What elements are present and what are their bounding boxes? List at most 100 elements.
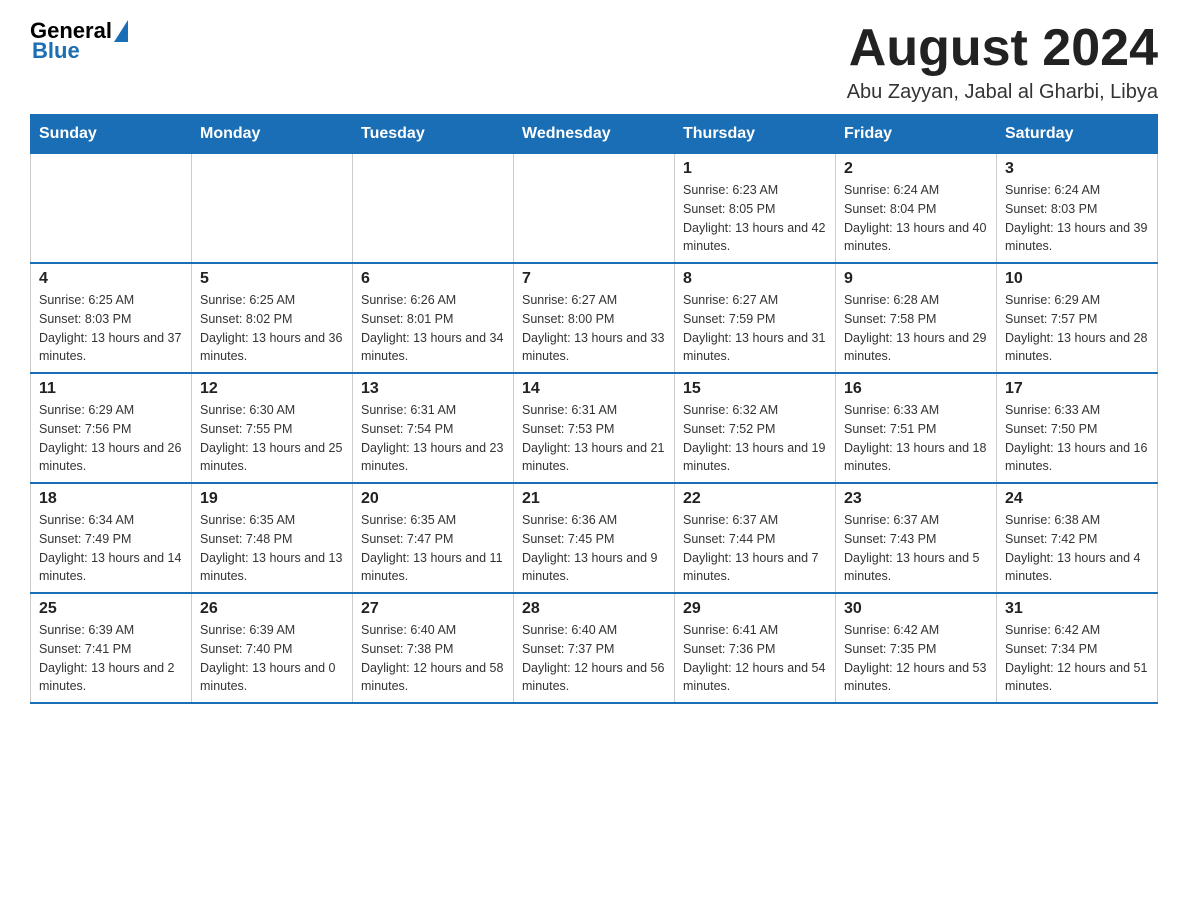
calendar-cell: 10Sunrise: 6:29 AMSunset: 7:57 PMDayligh… (997, 263, 1158, 373)
week-row-1: 1Sunrise: 6:23 AMSunset: 8:05 PMDaylight… (31, 154, 1158, 264)
calendar-cell: 23 Sunrise: 6:37 AMSunset: 7:43 PMDayligh… (836, 483, 997, 593)
calendar-cell: 3 Sunrise: 6:24 AMSunset: 8:03 PMDaylight… (997, 154, 1158, 264)
calendar-cell: 2 Sunrise: 6:24 AMSunset: 8:04 PMDaylight… (836, 154, 997, 264)
day-info: Sunrise: 6:25 AMSunset: 8:03 PMDaylight:… (39, 291, 183, 366)
day-number: 9 (844, 270, 988, 288)
day-info: Sunrise: 6:31 AMSunset: 7:53 PMDaylight:… (522, 401, 666, 476)
calendar-cell: 9 Sunrise: 6:28 AMSunset: 7:58 PMDaylight… (836, 263, 997, 373)
day-number: 17 (1005, 380, 1149, 398)
calendar-cell: 25 Sunrise: 6:39 AMSunset: 7:41 PMDayligh… (31, 593, 192, 703)
day-number: 13 (361, 380, 505, 398)
day-number: 4 (39, 270, 183, 288)
calendar-cell: 22 Sunrise: 6:37 AMSunset: 7:44 PMDayligh… (675, 483, 836, 593)
weekday-header-tuesday: Tuesday (353, 115, 514, 154)
calendar-cell: 21 Sunrise: 6:36 AMSunset: 7:45 PMDayligh… (514, 483, 675, 593)
month-title: August 2024 (847, 20, 1158, 77)
day-number: 20 (361, 490, 505, 508)
day-info: Sunrise: 6:38 AMSunset: 7:42 PMDaylight:… (1005, 511, 1149, 586)
day-number: 15 (683, 380, 827, 398)
weekday-header-wednesday: Wednesday (514, 115, 675, 154)
calendar-cell: 24 Sunrise: 6:38 AMSunset: 7:42 PMDayligh… (997, 483, 1158, 593)
day-number: 25 (39, 600, 183, 618)
weekday-header-monday: Monday (192, 115, 353, 154)
calendar-cell: 20 Sunrise: 6:35 AMSunset: 7:47 PMDayligh… (353, 483, 514, 593)
calendar-cell: 4 Sunrise: 6:25 AMSunset: 8:03 PMDaylight… (31, 263, 192, 373)
calendar-cell: 26 Sunrise: 6:39 AMSunset: 7:40 PMDayligh… (192, 593, 353, 703)
calendar-cell: 12 Sunrise: 6:30 AMSunset: 7:55 PMDayligh… (192, 373, 353, 483)
calendar-cell: 6Sunrise: 6:26 AMSunset: 8:01 PMDaylight… (353, 263, 514, 373)
calendar-cell: 11 Sunrise: 6:29 AMSunset: 7:56 PMDayligh… (31, 373, 192, 483)
calendar-cell: 29Sunrise: 6:41 AMSunset: 7:36 PMDayligh… (675, 593, 836, 703)
calendar-cell: 8Sunrise: 6:27 AMSunset: 7:59 PMDaylight… (675, 263, 836, 373)
day-number: 10 (1005, 270, 1149, 288)
week-row-5: 25 Sunrise: 6:39 AMSunset: 7:41 PMDayligh… (31, 593, 1158, 703)
week-row-2: 4 Sunrise: 6:25 AMSunset: 8:03 PMDaylight… (31, 263, 1158, 373)
calendar-cell: 19 Sunrise: 6:35 AMSunset: 7:48 PMDayligh… (192, 483, 353, 593)
day-number: 1 (683, 160, 827, 178)
day-number: 16 (844, 380, 988, 398)
day-number: 26 (200, 600, 344, 618)
calendar-cell: 18 Sunrise: 6:34 AMSunset: 7:49 PMDayligh… (31, 483, 192, 593)
day-number: 18 (39, 490, 183, 508)
day-info: Sunrise: 6:41 AMSunset: 7:36 PMDaylight:… (683, 621, 827, 696)
day-info: Sunrise: 6:32 AMSunset: 7:52 PMDaylight:… (683, 401, 827, 476)
calendar-cell: 27Sunrise: 6:40 AMSunset: 7:38 PMDayligh… (353, 593, 514, 703)
day-number: 22 (683, 490, 827, 508)
logo-triangle-icon (114, 20, 128, 42)
day-number: 5 (200, 270, 344, 288)
day-info: Sunrise: 6:37 AMSunset: 7:44 PMDaylight:… (683, 511, 827, 586)
day-info: Sunrise: 6:34 AMSunset: 7:49 PMDaylight:… (39, 511, 183, 586)
weekday-header-sunday: Sunday (31, 115, 192, 154)
calendar-cell: 31Sunrise: 6:42 AMSunset: 7:34 PMDayligh… (997, 593, 1158, 703)
day-info: Sunrise: 6:36 AMSunset: 7:45 PMDaylight:… (522, 511, 666, 586)
day-number: 11 (39, 380, 183, 398)
logo-blue: Blue (32, 38, 80, 64)
day-info: Sunrise: 6:33 AMSunset: 7:51 PMDaylight:… (844, 401, 988, 476)
calendar-cell: 28Sunrise: 6:40 AMSunset: 7:37 PMDayligh… (514, 593, 675, 703)
day-info: Sunrise: 6:30 AMSunset: 7:55 PMDaylight:… (200, 401, 344, 476)
day-info: Sunrise: 6:35 AMSunset: 7:48 PMDaylight:… (200, 511, 344, 586)
day-number: 24 (1005, 490, 1149, 508)
day-info: Sunrise: 6:29 AMSunset: 7:56 PMDaylight:… (39, 401, 183, 476)
day-info: Sunrise: 6:42 AMSunset: 7:35 PMDaylight:… (844, 621, 988, 696)
day-info: Sunrise: 6:31 AMSunset: 7:54 PMDaylight:… (361, 401, 505, 476)
calendar-cell: 30 Sunrise: 6:42 AMSunset: 7:35 PMDayligh… (836, 593, 997, 703)
day-number: 27 (361, 600, 505, 618)
calendar-cell (31, 154, 192, 264)
weekday-header-row: SundayMondayTuesdayWednesdayThursdayFrid… (31, 115, 1158, 154)
calendar-cell (192, 154, 353, 264)
day-number: 14 (522, 380, 666, 398)
calendar-cell: 7Sunrise: 6:27 AMSunset: 8:00 PMDaylight… (514, 263, 675, 373)
day-info: Sunrise: 6:24 AMSunset: 8:03 PMDaylight:… (1005, 181, 1149, 256)
day-info: Sunrise: 6:24 AMSunset: 8:04 PMDaylight:… (844, 181, 988, 256)
title-area: August 2024 Abu Zayyan, Jabal al Gharbi,… (847, 20, 1158, 104)
weekday-header-friday: Friday (836, 115, 997, 154)
day-info: Sunrise: 6:28 AMSunset: 7:58 PMDaylight:… (844, 291, 988, 366)
calendar-cell (353, 154, 514, 264)
calendar-cell: 5 Sunrise: 6:25 AMSunset: 8:02 PMDaylight… (192, 263, 353, 373)
day-number: 28 (522, 600, 666, 618)
day-number: 2 (844, 160, 988, 178)
week-row-4: 18 Sunrise: 6:34 AMSunset: 7:49 PMDayligh… (31, 483, 1158, 593)
day-info: Sunrise: 6:35 AMSunset: 7:47 PMDaylight:… (361, 511, 505, 586)
day-number: 31 (1005, 600, 1149, 618)
day-info: Sunrise: 6:39 AMSunset: 7:41 PMDaylight:… (39, 621, 183, 696)
day-info: Sunrise: 6:33 AMSunset: 7:50 PMDaylight:… (1005, 401, 1149, 476)
calendar-cell: 17 Sunrise: 6:33 AMSunset: 7:50 PMDayligh… (997, 373, 1158, 483)
day-info: Sunrise: 6:27 AMSunset: 7:59 PMDaylight:… (683, 291, 827, 366)
day-number: 3 (1005, 160, 1149, 178)
day-info: Sunrise: 6:39 AMSunset: 7:40 PMDaylight:… (200, 621, 344, 696)
calendar-cell: 1Sunrise: 6:23 AMSunset: 8:05 PMDaylight… (675, 154, 836, 264)
day-info: Sunrise: 6:25 AMSunset: 8:02 PMDaylight:… (200, 291, 344, 366)
day-info: Sunrise: 6:37 AMSunset: 7:43 PMDaylight:… (844, 511, 988, 586)
day-number: 7 (522, 270, 666, 288)
calendar-cell: 16 Sunrise: 6:33 AMSunset: 7:51 PMDayligh… (836, 373, 997, 483)
calendar-cell: 14 Sunrise: 6:31 AMSunset: 7:53 PMDayligh… (514, 373, 675, 483)
weekday-header-saturday: Saturday (997, 115, 1158, 154)
day-number: 30 (844, 600, 988, 618)
day-number: 12 (200, 380, 344, 398)
day-number: 19 (200, 490, 344, 508)
day-number: 6 (361, 270, 505, 288)
day-number: 23 (844, 490, 988, 508)
day-number: 21 (522, 490, 666, 508)
